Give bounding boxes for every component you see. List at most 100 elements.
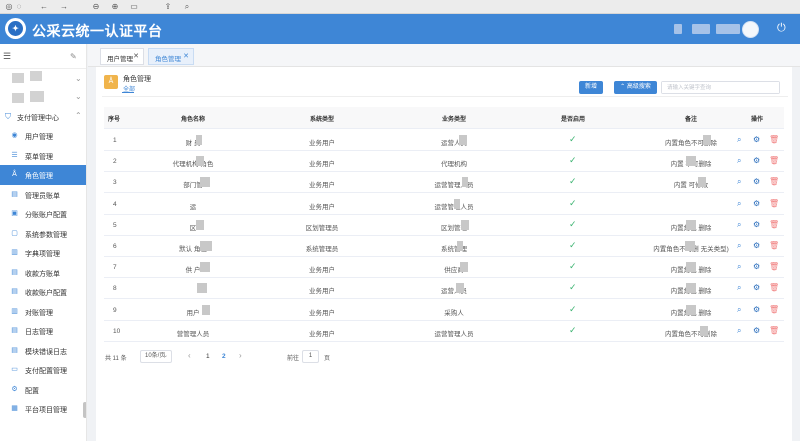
search-view-icon[interactable]: ⌕: [737, 156, 741, 166]
prev-page-icon[interactable]: ‹: [188, 351, 191, 360]
sidebar-item[interactable]: ▤ 收款账户配置: [0, 282, 86, 302]
trash-icon[interactable]: 🗑: [769, 135, 779, 145]
table-row[interactable]: 6 默认 角色 系统管理员 系统管理 内置角色不可删 无关类型) ✓ ⌕ ⚙ 🗑: [104, 236, 784, 257]
sidebar-item[interactable]: ▥ 对账管理: [0, 302, 86, 322]
bill-icon: ▤: [11, 268, 18, 276]
sidebar-scrollbar[interactable]: [83, 402, 86, 418]
gear-icon[interactable]: ⚙: [753, 156, 760, 166]
page-size-select[interactable]: 10条/页 ⌄: [140, 350, 172, 363]
search-view-icon[interactable]: ⌕: [737, 283, 741, 293]
add-button[interactable]: 新增: [579, 81, 603, 94]
zoom-out-icon[interactable]: ⊖: [90, 2, 102, 12]
trash-icon[interactable]: 🗑: [769, 262, 779, 272]
hamburger-menu-icon[interactable]: ☰: [3, 52, 11, 61]
table-row[interactable]: 3 部门管 业务用户 运营管理人员 内置 可修改 ✓ ⌕ ⚙ 🗑: [104, 172, 784, 194]
table-row[interactable]: 9 用户 业务用户 采购人 内置角色 删除 ✓ ⌕ ⚙ 🗑: [104, 300, 784, 321]
gear-icon[interactable]: ⚙: [753, 262, 760, 272]
gear-icon[interactable]: ⚙: [753, 326, 760, 336]
sidebar-item[interactable]: ⚙ 配置: [0, 380, 86, 400]
page-number[interactable]: 2: [222, 353, 226, 360]
search-page-icon[interactable]: ⌕: [181, 2, 193, 12]
trash-icon[interactable]: 🗑: [769, 283, 779, 293]
search-view-icon[interactable]: ⌕: [737, 199, 741, 209]
sidebar-item[interactable]: ▤ 日志管理: [0, 321, 86, 341]
redacted-block: [196, 219, 204, 230]
chevron-up-icon[interactable]: ⌃: [75, 111, 82, 120]
gear-icon[interactable]: ⚙: [753, 305, 760, 315]
sidebar-group-payment[interactable]: ⛉ 支付管理中心 ⌃: [0, 108, 86, 126]
sidebar-item[interactable]: ▦ 平台项目管理: [0, 399, 86, 419]
avatar[interactable]: [742, 21, 759, 38]
check-icon: ✓: [569, 134, 577, 144]
gear-icon[interactable]: ⚙: [753, 177, 760, 187]
redacted-block: [462, 177, 468, 188]
reader-view-icon[interactable]: ▭: [128, 2, 140, 12]
tab-role-management[interactable]: 角色管理 ✕: [148, 48, 194, 65]
trash-icon[interactable]: 🗑: [769, 305, 779, 315]
goto-page-input[interactable]: 1: [302, 350, 319, 363]
user-info-redacted: [674, 24, 682, 34]
table-row[interactable]: 7供 户业务用户 供应商 内置角色 删除 ✓ ⌕ ⚙ 🗑: [104, 257, 784, 279]
tab-label: 角色管理: [155, 56, 181, 63]
search-view-icon[interactable]: ⌕: [737, 262, 741, 272]
trash-icon[interactable]: 🗑: [769, 156, 779, 166]
trash-icon[interactable]: 🗑: [769, 220, 779, 230]
tab-user-management[interactable]: 用户管理 ✕: [100, 48, 144, 65]
next-page-icon[interactable]: ›: [239, 351, 242, 360]
search-input[interactable]: [662, 82, 779, 93]
sidebar-item[interactable]: ☰ 菜单管理: [0, 146, 86, 166]
sidebar-item[interactable]: ▥ 字典项管理: [0, 243, 86, 263]
browser-toolbar: ◎ ◌ ← → ⊖ ⊕ ▭ ⇪ ⌕: [0, 0, 800, 14]
search-view-icon[interactable]: ⌕: [737, 220, 741, 230]
trash-icon[interactable]: 🗑: [769, 241, 779, 251]
table-row[interactable]: 8 业务用户 运营人员 内置角色 删除 ✓ ⌕ ⚙ 🗑: [104, 278, 784, 300]
cell-system: 业务用户: [309, 161, 335, 169]
table-row[interactable]: 1财 员业务用户 运营人员 内置角色不可删除 ✓ ⌕ ⚙ 🗑: [104, 130, 784, 151]
share-icon[interactable]: ⇪: [162, 2, 174, 12]
search-field[interactable]: [661, 81, 780, 94]
chevron-down-icon[interactable]: ⌄: [75, 74, 82, 83]
sidebar-item[interactable]: ▣ 分账账户配置: [0, 204, 86, 224]
sidebar-item[interactable]: ▢ 系统参数管理: [0, 224, 86, 244]
table-row[interactable]: 5 区区划管理员 区划管理 内置角色 删除 ✓ ⌕ ⚙ 🗑: [104, 215, 784, 236]
app-logo: ✦: [5, 18, 26, 39]
forward-arrow-icon[interactable]: →: [58, 2, 70, 12]
zoom-in-icon[interactable]: ⊕: [109, 2, 121, 12]
page-number[interactable]: 1: [206, 353, 210, 360]
sidebar-item[interactable]: ▤ 管理员账单: [0, 185, 86, 205]
search-view-icon[interactable]: ⌕: [737, 241, 741, 251]
close-icon[interactable]: ✕: [183, 52, 189, 60]
cell-business: 代理机构: [441, 161, 467, 169]
sidebar-item[interactable]: ▤ 模块错误日志: [0, 341, 86, 361]
table-row[interactable]: 10 营管理人员 业务用户 运营管理人员 内置角色不可删除 ✓ ⌕ ⚙ 🗑: [104, 321, 784, 342]
gear-icon[interactable]: ⚙: [753, 283, 760, 293]
cell-business: 系统管理: [441, 246, 467, 253]
gear-icon[interactable]: ⚙: [753, 241, 760, 251]
sidebar-item[interactable]: ▤ 收款方账单: [0, 263, 86, 283]
row-index: 6: [113, 243, 117, 250]
gear-icon[interactable]: ⚙: [753, 135, 760, 145]
sidebar-item[interactable]: ◉ 用户管理: [0, 126, 86, 146]
table-row[interactable]: 2 代理机构 角色 业务用户 代理机构 内置 不可删除 ✓ ⌕ ⚙ 🗑: [104, 151, 784, 173]
search-view-icon[interactable]: ⌕: [737, 305, 741, 315]
trash-icon[interactable]: 🗑: [769, 177, 779, 187]
sidebar-toggle-icon[interactable]: ◌: [13, 2, 25, 12]
sidebar-item[interactable]: ▭ 支付配置管理: [0, 360, 86, 380]
redacted-block: [686, 156, 696, 167]
close-icon[interactable]: ✕: [133, 52, 139, 60]
back-arrow-icon[interactable]: ←: [38, 2, 50, 12]
search-view-icon[interactable]: ⌕: [737, 326, 741, 336]
search-view-icon[interactable]: ⌕: [737, 177, 741, 187]
chevron-down-icon[interactable]: ⌄: [75, 92, 82, 101]
gear-icon[interactable]: ⚙: [753, 220, 760, 230]
logout-power-icon[interactable]: ⏻: [777, 22, 786, 35]
advanced-search-button[interactable]: ⌃ 高级搜索: [614, 81, 657, 94]
gear-icon[interactable]: ⚙: [753, 199, 760, 209]
sidebar-item[interactable]: Å 角色管理: [0, 165, 86, 185]
table-row[interactable]: 4运业务用户运营管理人员✓⌕⚙🗑: [104, 194, 784, 215]
trash-icon[interactable]: 🗑: [769, 199, 779, 209]
sidebar-top: ☰ ✎: [0, 44, 86, 69]
pin-icon[interactable]: ✎: [70, 52, 77, 61]
search-view-icon[interactable]: ⌕: [737, 135, 741, 145]
trash-icon[interactable]: 🗑: [769, 326, 779, 336]
